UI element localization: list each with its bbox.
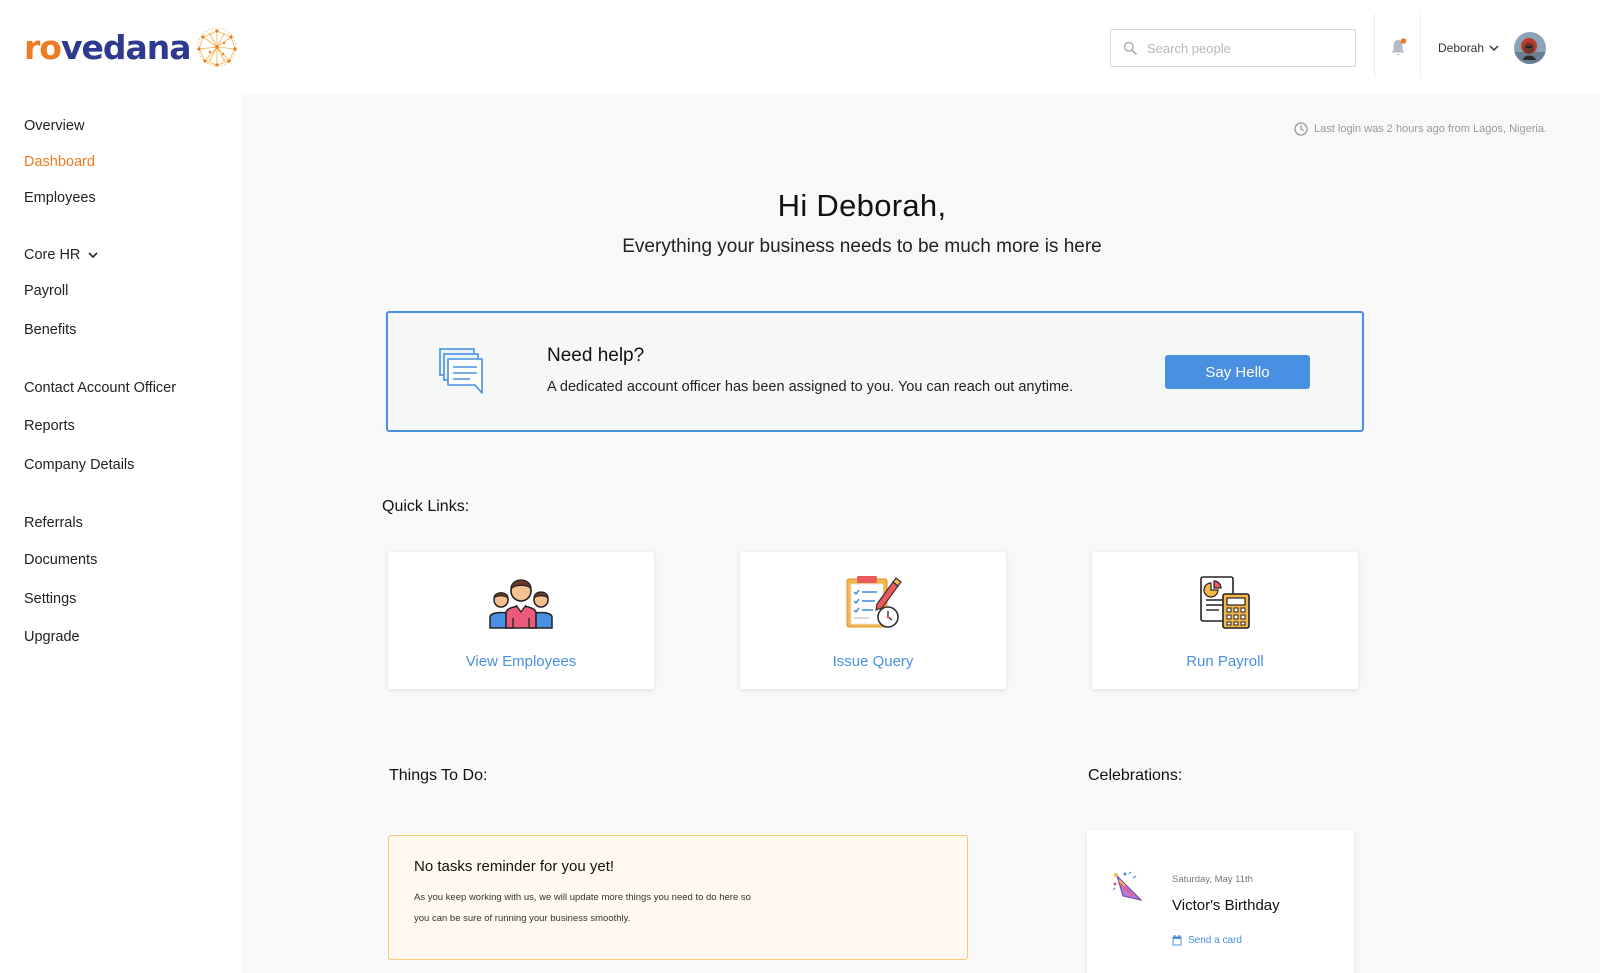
search-input[interactable] xyxy=(1147,31,1347,65)
party-popper-icon xyxy=(1112,871,1143,901)
user-menu-button[interactable]: Deborah xyxy=(1438,38,1499,58)
help-title: Need help? xyxy=(547,345,645,366)
things-to-do-title: Things To Do: xyxy=(389,767,488,784)
bell-icon[interactable] xyxy=(1389,38,1407,58)
rovedana-logo[interactable]: rovedana xyxy=(24,22,241,72)
sidebar: Overview Dashboard Employees Core HR Pay… xyxy=(0,95,242,973)
sidebar-item-upgrade[interactable]: Upgrade xyxy=(24,629,80,645)
send-card-label: Send a card xyxy=(1188,935,1242,946)
greeting-title: Hi Deborah, xyxy=(777,188,947,223)
celebration-name: Victor's Birthday xyxy=(1172,897,1280,914)
sidebar-item-employees[interactable]: Employees xyxy=(24,190,96,206)
main-content: Last login was 2 hours ago from Lagos, N… xyxy=(242,95,1600,973)
say-hello-button[interactable]: Say Hello xyxy=(1165,355,1310,389)
calendar-icon xyxy=(1172,935,1182,946)
celebrations-title: Celebrations: xyxy=(1088,767,1183,784)
search-icon xyxy=(1123,41,1137,55)
sidebar-item-settings[interactable]: Settings xyxy=(24,591,76,607)
chevron-down-icon xyxy=(1489,44,1499,51)
avatar-image xyxy=(1514,32,1546,64)
chevron-down-icon xyxy=(88,251,98,258)
send-card-link[interactable]: Send a card xyxy=(1172,935,1242,946)
sidebar-item-company-details[interactable]: Company Details xyxy=(24,457,134,473)
quick-link-issue-query[interactable]: Issue Query xyxy=(740,552,1006,689)
sidebar-item-reports[interactable]: Reports xyxy=(24,418,75,434)
sidebar-item-core-hr[interactable]: Core HR xyxy=(24,247,98,263)
clock-icon xyxy=(1294,122,1308,136)
sidebar-item-referrals[interactable]: Referrals xyxy=(24,515,83,531)
greeting: Hi Deborah, Everything your business nee… xyxy=(242,188,1482,258)
sidebar-item-benefits[interactable]: Benefits xyxy=(24,322,76,338)
quick-link-view-employees[interactable]: View Employees xyxy=(388,552,654,689)
payroll-calculator-icon xyxy=(1200,576,1250,629)
quick-link-label: View Employees xyxy=(465,653,577,670)
quick-link-label: Run Payroll xyxy=(1186,653,1264,670)
chat-messages-icon xyxy=(439,348,483,394)
header-divider xyxy=(1420,14,1421,78)
notification-dot xyxy=(1400,38,1407,44)
logo-text: rovedana xyxy=(24,27,191,67)
quick-link-label: Issue Query xyxy=(832,653,914,670)
celebration-card: Saturday, May 11th Victor's Birthday Sen… xyxy=(1087,830,1354,973)
sidebar-item-overview[interactable]: Overview xyxy=(24,118,84,134)
todo-empty-card: No tasks reminder for you yet! As you ke… xyxy=(388,835,968,960)
quick-links-title: Quick Links: xyxy=(382,498,470,515)
last-login-text: Last login was 2 hours ago from Lagos, N… xyxy=(1314,123,1547,135)
sidebar-item-documents[interactable]: Documents xyxy=(24,552,97,568)
sidebar-item-dashboard[interactable]: Dashboard xyxy=(24,154,95,170)
greeting-subtitle: Everything your business needs to be muc… xyxy=(622,236,1102,257)
celebration-date: Saturday, May 11th xyxy=(1172,874,1253,885)
todo-empty-description: As you keep working with us, we will upd… xyxy=(414,892,751,924)
todo-empty-title: No tasks reminder for you yet! xyxy=(414,858,615,875)
search-box[interactable] xyxy=(1110,29,1356,67)
employees-icon xyxy=(489,579,553,629)
sidebar-item-payroll[interactable]: Payroll xyxy=(24,283,68,299)
sidebar-item-contact-account-officer[interactable]: Contact Account Officer xyxy=(24,380,176,396)
last-login-info: Last login was 2 hours ago from Lagos, N… xyxy=(1294,122,1547,136)
user-name: Deborah xyxy=(1438,41,1485,55)
help-description: A dedicated account officer has been ass… xyxy=(547,379,1074,395)
quick-link-run-payroll[interactable]: Run Payroll xyxy=(1092,552,1358,689)
avatar[interactable] xyxy=(1514,32,1546,64)
network-globe-icon xyxy=(196,27,237,67)
clipboard-query-icon xyxy=(846,576,902,628)
header-divider xyxy=(1374,14,1375,78)
need-help-card: Need help? A dedicated account officer h… xyxy=(386,311,1364,432)
top-header: rovedana Search people Deborah xyxy=(0,0,1600,95)
